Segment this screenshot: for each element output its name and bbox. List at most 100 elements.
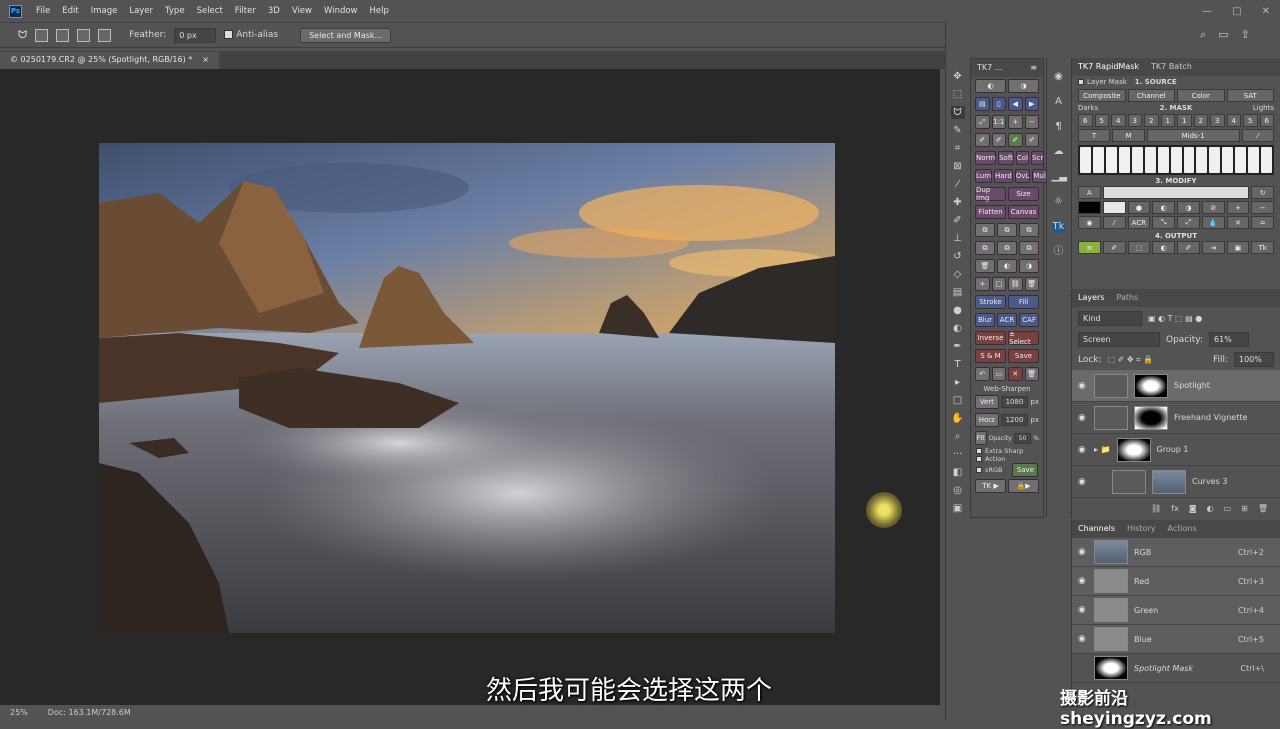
- document-tab[interactable]: © 0250179.CR2 @ 25% (Spotlight, RGB/16) …: [0, 52, 219, 69]
- tk-close-icon[interactable]: ✕: [1008, 367, 1023, 381]
- close-window-button[interactable]: ✕: [1252, 6, 1280, 17]
- tab-paths[interactable]: Paths: [1116, 293, 1138, 303]
- frame-tool-icon[interactable]: ⊠: [951, 160, 965, 173]
- key-11[interactable]: [1209, 147, 1221, 173]
- tk-select-button[interactable]: ± Select: [1008, 330, 1039, 346]
- zoom-level[interactable]: 25%: [10, 708, 28, 717]
- type-tool-icon[interactable]: T: [951, 358, 965, 371]
- horz-input[interactable]: 1200: [1000, 414, 1029, 426]
- more-tools-icon[interactable]: ···: [951, 448, 965, 461]
- dark-6-button[interactable]: 6: [1078, 114, 1093, 127]
- sharpen-save-button[interactable]: Save: [1012, 463, 1039, 477]
- tk-doc-icon[interactable]: ▯: [991, 97, 1006, 111]
- hand-tool-icon[interactable]: ✋: [951, 412, 965, 425]
- eyedropper-mask-icon[interactable]: ⁄: [1241, 129, 1274, 142]
- luminosity-keys[interactable]: [1078, 145, 1274, 175]
- group-mask-thumbnail[interactable]: [1116, 437, 1151, 462]
- key-2[interactable]: [1092, 147, 1104, 173]
- tk-100-button[interactable]: 1:1: [991, 115, 1006, 129]
- select-and-mask-button[interactable]: Select and Mask...: [300, 27, 392, 43]
- pen-tool-icon[interactable]: ✒: [951, 340, 965, 353]
- color-button[interactable]: Color: [1177, 89, 1225, 102]
- dark-4-button[interactable]: 4: [1111, 114, 1126, 127]
- key-10[interactable]: [1196, 147, 1208, 173]
- tk-fit-icon[interactable]: ⤢: [975, 115, 990, 129]
- zoom-tool-icon[interactable]: ⌕: [951, 430, 965, 443]
- maximize-button[interactable]: □: [1222, 6, 1251, 17]
- crop-tool-icon[interactable]: ⌗: [951, 142, 965, 155]
- add-mask-icon[interactable]: ◙: [1189, 504, 1197, 513]
- gradient-icon[interactable]: ▤: [951, 286, 965, 299]
- new-group-icon[interactable]: ▭: [1224, 504, 1232, 513]
- tab-history[interactable]: History: [1127, 524, 1155, 534]
- tk-zoom-in-icon[interactable]: +: [1008, 115, 1023, 129]
- modify-tool1-icon[interactable]: ●: [1127, 201, 1151, 214]
- channel-row[interactable]: ◉ RGB Ctrl+2: [1072, 538, 1280, 567]
- composite-button[interactable]: Composite: [1078, 89, 1126, 102]
- sharpen-opacity-input[interactable]: 50: [1013, 432, 1032, 444]
- output-tk-icon[interactable]: Tk: [1251, 241, 1274, 254]
- output-mask-icon[interactable]: ◐: [1152, 241, 1175, 254]
- action-checkbox[interactable]: Action: [976, 455, 1043, 463]
- light-5-button[interactable]: 5: [1243, 114, 1258, 127]
- sun-icon[interactable]: ☼: [1052, 195, 1066, 208]
- subtract-selection-icon[interactable]: [77, 28, 91, 42]
- channel-button[interactable]: Channel: [1127, 89, 1175, 102]
- blur-tool-icon[interactable]: ●: [951, 304, 965, 317]
- tk-link-icon[interactable]: ⛓: [1008, 277, 1023, 291]
- tab-rapidmask[interactable]: TK7 RapidMask: [1078, 62, 1139, 72]
- output-save-icon[interactable]: ▣: [1226, 241, 1250, 254]
- intersect-selection-icon[interactable]: [98, 28, 112, 42]
- key-6[interactable]: [1144, 147, 1156, 173]
- tk-layer2-icon[interactable]: ⧉: [997, 223, 1017, 237]
- tk-flatten-button[interactable]: Flatten: [975, 205, 1006, 219]
- modify-tool6-icon[interactable]: ⁄: [1102, 216, 1126, 229]
- layer-row[interactable]: ◉ Spotlight: [1072, 370, 1280, 402]
- menu-layer[interactable]: Layer: [123, 6, 159, 16]
- output-select-icon[interactable]: ⬚: [1127, 241, 1151, 254]
- layer-mask-thumbnail[interactable]: [1134, 405, 1168, 430]
- new-selection-icon[interactable]: [35, 28, 49, 42]
- brush-tool-icon[interactable]: ✐: [951, 214, 965, 227]
- key-3[interactable]: [1105, 147, 1117, 173]
- key-8[interactable]: [1170, 147, 1182, 173]
- key-4[interactable]: [1118, 147, 1130, 173]
- minimize-button[interactable]: —: [1192, 6, 1222, 17]
- visibility-eye-icon[interactable]: ◉: [1078, 634, 1088, 644]
- tk-stroke-button[interactable]: Stroke: [975, 295, 1006, 309]
- antialias-checkbox[interactable]: Anti-alias: [224, 30, 278, 40]
- extra-sharp-checkbox[interactable]: Extra Sharp: [976, 447, 1043, 455]
- opacity-input[interactable]: 61%: [1209, 332, 1249, 347]
- feather-input[interactable]: 0 px: [174, 27, 217, 43]
- key-7[interactable]: [1157, 147, 1169, 173]
- white-swatch[interactable]: [1102, 201, 1126, 214]
- fx-icon[interactable]: fx: [1171, 504, 1179, 513]
- output-brush-icon[interactable]: ✐: [1102, 241, 1126, 254]
- tk-layer3-icon[interactable]: ⧉: [1019, 223, 1039, 237]
- visibility-eye-icon[interactable]: ◉: [1078, 576, 1088, 586]
- menu-view[interactable]: View: [286, 6, 318, 16]
- tk-square-icon[interactable]: □: [991, 277, 1006, 291]
- tk-mode-button[interactable]: ◐: [975, 79, 1006, 93]
- tk-logo-icon[interactable]: Tk: [1051, 220, 1066, 233]
- dark-3-button[interactable]: 3: [1127, 114, 1142, 127]
- visibility-eye-icon[interactable]: ◉: [1078, 477, 1088, 487]
- modify-acr-button[interactable]: ACR: [1127, 216, 1151, 229]
- tk-canvas-button[interactable]: Canvas: [1008, 205, 1039, 219]
- screen-mode-icon[interactable]: ▣: [951, 502, 965, 515]
- tk-soft-button[interactable]: Soft: [998, 151, 1014, 165]
- menu-help[interactable]: Help: [364, 6, 395, 16]
- history-brush-icon[interactable]: ↺: [951, 250, 965, 263]
- eraser-icon[interactable]: ◇: [951, 268, 965, 281]
- search-icon[interactable]: ⌕: [1200, 28, 1206, 42]
- tk-norm-button[interactable]: Norm: [975, 151, 997, 165]
- light-2-button[interactable]: 2: [1193, 114, 1208, 127]
- key-1[interactable]: [1080, 147, 1091, 173]
- tk-acr-button[interactable]: ACR: [997, 313, 1017, 327]
- color-swatches-icon[interactable]: ◧: [951, 466, 965, 479]
- visibility-eye-icon[interactable]: ◉: [1078, 605, 1088, 615]
- tk-trash-icon[interactable]: 🗑: [975, 259, 995, 273]
- equals-icon[interactable]: =: [1251, 216, 1274, 229]
- menu-filter[interactable]: Filter: [229, 6, 262, 16]
- vert-input[interactable]: 1080: [1000, 396, 1029, 408]
